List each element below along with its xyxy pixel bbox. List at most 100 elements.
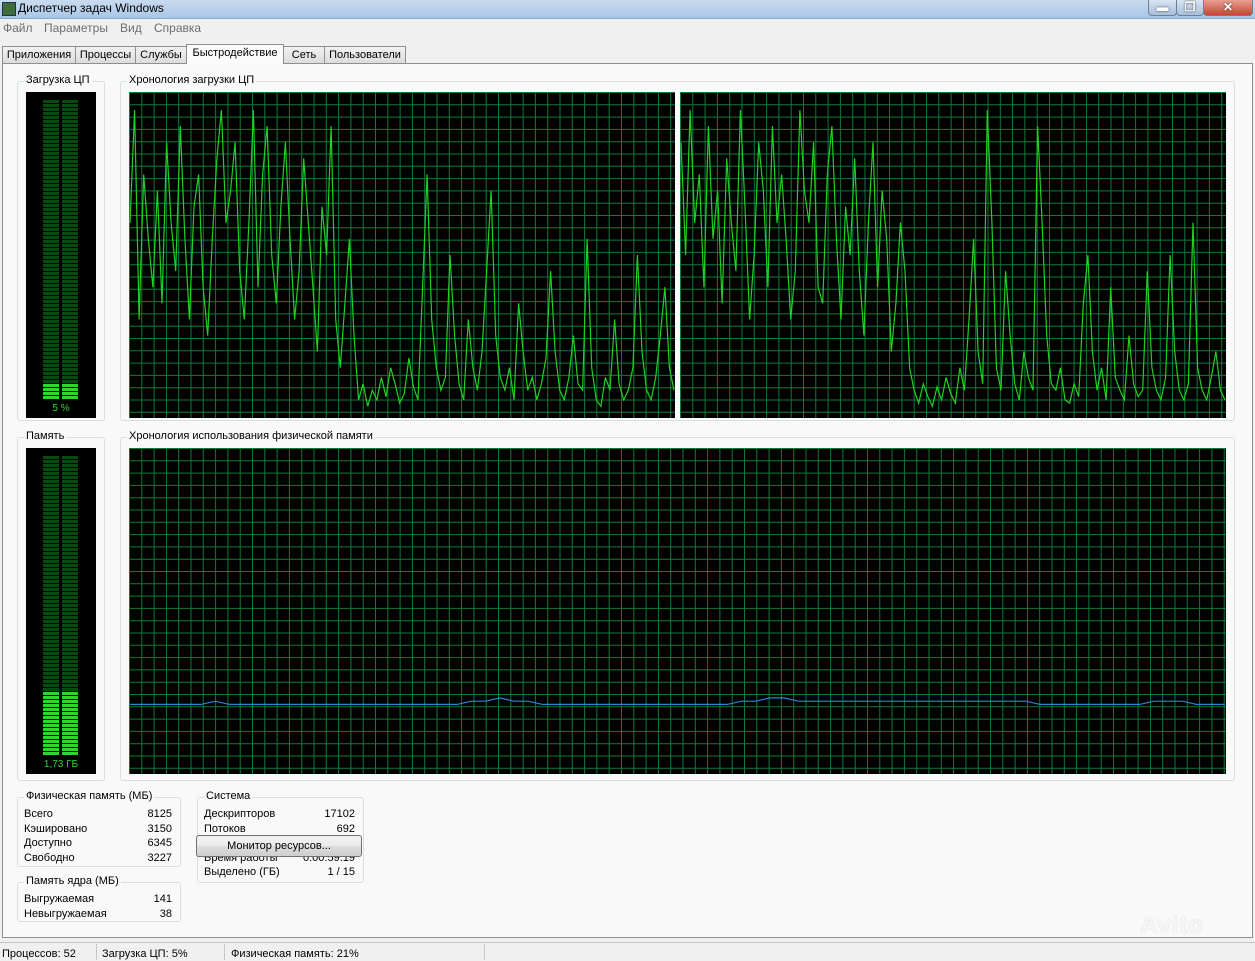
window-title: Диспетчер задач Windows	[18, 1, 164, 15]
menu-help[interactable]: Справка	[154, 21, 201, 35]
memory-meter-segment-off	[62, 472, 78, 475]
memory-meter-segment-on	[43, 732, 59, 735]
cpu-meter-segment-off	[43, 340, 59, 343]
status-cpu: Загрузка ЦП: 5%	[102, 948, 188, 960]
cpu-meter-segment-off	[43, 124, 59, 127]
system-value: 692	[336, 822, 355, 835]
memory-meter-segment-on	[62, 716, 78, 719]
cpu-meter-segment-off	[62, 248, 78, 251]
memory-meter-segment-on	[62, 692, 78, 695]
cpu-meter-segment-on	[62, 388, 78, 391]
system-label: Потоков	[204, 822, 246, 835]
menu-options[interactable]: Параметры	[44, 21, 108, 35]
memory-meter-segment-off	[43, 668, 59, 671]
memory-usage-value: 1,73 ГБ	[43, 759, 79, 770]
tab-performance[interactable]: Быстродействие	[186, 44, 284, 64]
memory-meter-segment-on	[62, 728, 78, 731]
cpu-meter-segment-off	[43, 148, 59, 151]
cpu-meter-segment-off	[62, 268, 78, 271]
memory-meter-segment-off	[62, 560, 78, 563]
cpu-meter-segment-off	[62, 296, 78, 299]
cpu-meter-segment-off	[43, 200, 59, 203]
memory-meter-segment-off	[62, 600, 78, 603]
memory-meter-segment-off	[62, 608, 78, 611]
memory-meter-segment-off	[62, 552, 78, 555]
memory-meter-segment-off	[43, 568, 59, 571]
memory-meter-segment-off	[43, 604, 59, 607]
memory-meter-segment-off	[62, 520, 78, 523]
cpu-meter-segment-off	[62, 304, 78, 307]
memory-meter-segment-off	[62, 492, 78, 495]
system-value: 1 / 15	[327, 866, 355, 878]
physical-memory-label: Кэшировано	[24, 822, 88, 835]
cpu-history-group: Хронология загрузки ЦП	[120, 74, 1235, 421]
tab-users[interactable]: Пользователи	[324, 46, 406, 63]
minimize-button[interactable]: ▬	[1148, 0, 1177, 16]
memory-meter-segment-on	[43, 716, 59, 719]
cpu-meter-segment-off	[62, 240, 78, 243]
resource-monitor-button[interactable]: Монитор ресурсов...	[196, 835, 362, 857]
memory-meter-segment-on	[43, 696, 59, 699]
cpu-meter-segment-off	[62, 352, 78, 355]
tab-processes[interactable]: Процессы	[75, 46, 136, 63]
cpu-meter-segment-off	[62, 212, 78, 215]
cpu-meter-segment-off	[43, 136, 59, 139]
physical-memory-row: Свободно 3227	[18, 852, 180, 866]
cpu-meter-segment-off	[62, 280, 78, 283]
cpu-meter-segment-off	[43, 180, 59, 183]
tab-network[interactable]: Сеть	[283, 46, 325, 63]
menu-view[interactable]: Вид	[120, 21, 142, 35]
memory-meter-segment-off	[43, 516, 59, 519]
memory-meter-segment-off	[43, 472, 59, 475]
maximize-button[interactable]: ❐	[1176, 0, 1204, 16]
cpu-meter-segment-off	[43, 360, 59, 363]
kernel-memory-label: Невыгружаемая	[24, 907, 107, 920]
memory-meter-segment-off	[62, 528, 78, 531]
cpu-meter-segment-off	[43, 120, 59, 123]
cpu-meter-segment-off	[43, 132, 59, 135]
memory-meter-segment-off	[43, 576, 59, 579]
cpu-meter-segment-off	[62, 180, 78, 183]
memory-meter-segment-on	[62, 740, 78, 743]
memory-meter-segment-on	[62, 732, 78, 735]
memory-meter-segment-off	[62, 632, 78, 635]
memory-meter-segment-off	[62, 668, 78, 671]
cpu-meter-segment-off	[43, 292, 59, 295]
cpu-meter-segment-off	[62, 288, 78, 291]
cpu-meter-segment-off	[43, 296, 59, 299]
memory-meter-segment-off	[43, 608, 59, 611]
memory-meter-segment-off	[62, 596, 78, 599]
cpu-meter-segment-off	[43, 224, 59, 227]
cpu-meter-segment-off	[43, 380, 59, 383]
memory-meter-segment-off	[62, 628, 78, 631]
memory-meter-segment-off	[43, 688, 59, 691]
memory-meter-segment-on	[43, 728, 59, 731]
kernel-memory-label: Выгружаемая	[24, 893, 95, 905]
cpu-meter-segment-off	[43, 100, 59, 103]
kernel-memory-value: 38	[159, 907, 172, 920]
tab-applications[interactable]: Приложения	[2, 46, 76, 63]
memory-meter-segment-off	[43, 532, 59, 535]
cpu-meter-segment-off	[43, 304, 59, 307]
cpu-history-chart-2	[680, 92, 1226, 418]
close-button[interactable]: ✕	[1203, 0, 1253, 16]
memory-meter-segment-off	[62, 652, 78, 655]
memory-group: Память 1,73 ГБ	[17, 430, 105, 781]
cpu-meter-segment-off	[43, 376, 59, 379]
memory-history-graph	[129, 448, 1226, 774]
cpu-meter-segment-off	[43, 356, 59, 359]
cpu-meter-segment-off	[43, 176, 59, 179]
cpu-meter-segment-off	[43, 252, 59, 255]
memory-meter-segment-off	[43, 540, 59, 543]
memory-meter-segment-off	[43, 464, 59, 467]
memory-meter-segment-off	[43, 496, 59, 499]
memory-meter-segment-off	[43, 600, 59, 603]
tab-services[interactable]: Службы	[135, 46, 187, 63]
cpu-meter-segment-off	[62, 272, 78, 275]
menu-file[interactable]: Файл	[3, 21, 33, 35]
cpu-meter-segment-off	[62, 376, 78, 379]
kernel-memory-value: 141	[153, 893, 172, 905]
cpu-meter-segment-off	[43, 352, 59, 355]
memory-meter-segment-off	[62, 624, 78, 627]
memory-meter-segment-off	[62, 612, 78, 615]
